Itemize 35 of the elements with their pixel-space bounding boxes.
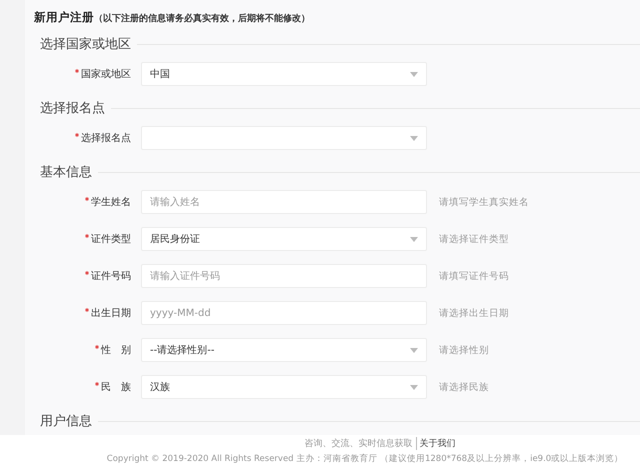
dropdown-caret-icon (410, 136, 418, 140)
dropdown-caret-icon (410, 72, 418, 76)
field-hint: 请选择证件类型 (439, 232, 509, 246)
field-hint: 请选择民族 (439, 380, 489, 394)
select-field[interactable] (141, 126, 427, 150)
select-field[interactable]: 中国 (141, 62, 427, 86)
select-field[interactable]: --请选择性别-- (141, 338, 427, 362)
field-label: 证件号码 (91, 270, 131, 283)
field-hint: 请选择性别 (439, 344, 489, 356)
footer-link[interactable]: 关于我们 (416, 437, 458, 450)
dropdown-caret-icon (410, 384, 418, 390)
field-hint: 请填写证件号码 (439, 270, 509, 282)
copyright-text: Copyright © 2019-2020 All Rights Reserved 主办：河南省教育厅 （建议使用1280*768及以上分辨率，ie9.0或以上版本浏览） (106, 453, 624, 465)
field-label: 国家或地区 (81, 68, 131, 81)
field-label: 证件类型 (91, 232, 131, 246)
field-label: 出生日期 (91, 306, 131, 320)
field-label: 民 族 (101, 380, 131, 394)
input-field[interactable]: 请输入证件号码 (141, 264, 427, 288)
dropdown-caret-icon (410, 348, 418, 352)
dropdown-caret-icon (410, 236, 418, 242)
section-heading: 选择国家或地区 (39, 36, 132, 53)
input-field[interactable]: 请输入姓名 (141, 190, 427, 214)
page-title: 新用户注册 (34, 10, 94, 25)
field-label: 选择报名点 (81, 132, 131, 145)
field-hint: 请选择出生日期 (439, 306, 509, 320)
field-label: 性 别 (101, 344, 131, 357)
select-field[interactable]: 汉族 (141, 375, 427, 399)
section-heading: 用户信息 (39, 413, 93, 430)
field-label: 学生姓名 (91, 196, 131, 209)
input-field[interactable]: yyyy-MM-dd (141, 301, 427, 325)
field-hint: 请填写学生真实姓名 (439, 196, 529, 208)
title-note: （以下注册的信息请务必真实有效，后期将不能修改） (94, 12, 310, 25)
section-heading: 选择报名点 (39, 100, 106, 117)
select-field[interactable]: 居民身份证 (141, 227, 427, 251)
section-heading: 基本信息 (39, 164, 93, 181)
